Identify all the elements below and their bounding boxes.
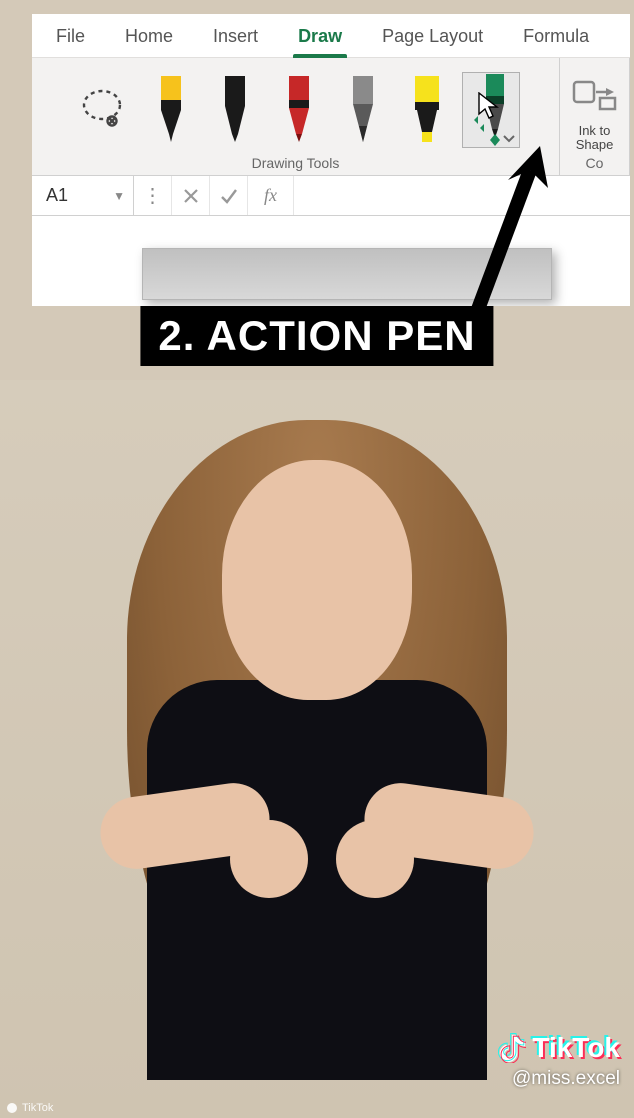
- tab-draw[interactable]: Draw: [278, 15, 362, 57]
- group-convert: Ink to Shape Co: [560, 58, 630, 175]
- ink-to-shape-label: Ink to Shape: [576, 124, 614, 151]
- chevron-down-icon: [503, 135, 515, 143]
- pencil-button[interactable]: [334, 72, 392, 148]
- close-icon: [183, 188, 199, 204]
- floating-object: [142, 248, 552, 300]
- source-watermark: TikTok: [6, 1102, 53, 1114]
- ribbon-tabs: File Home Insert Draw Page Layout Formul…: [32, 14, 630, 58]
- ribbon-body: Drawing Tools Ink to Shape Co: [32, 58, 630, 176]
- pen-black-icon: [213, 76, 257, 144]
- worksheet-area[interactable]: [32, 216, 630, 306]
- drawing-tools-row: [72, 66, 520, 153]
- pen-yellow-button[interactable]: [142, 72, 200, 148]
- action-pen-button[interactable]: [462, 72, 520, 148]
- tiktok-logo-small-icon: [6, 1102, 18, 1114]
- check-icon: [220, 188, 238, 204]
- highlighter-yellow-icon: [405, 76, 449, 144]
- pen-red-button[interactable]: [270, 72, 328, 148]
- pencil-icon: [341, 76, 385, 144]
- caption-overlay: 2. ACTION PEN: [140, 306, 493, 366]
- tab-page-layout[interactable]: Page Layout: [362, 15, 503, 57]
- pen-yellow-icon: [149, 76, 193, 144]
- drawing-tools-label: Drawing Tools: [252, 155, 340, 171]
- tiktok-logo-icon: [498, 1033, 526, 1063]
- pen-red-icon: [277, 76, 321, 144]
- enter-button[interactable]: [210, 176, 248, 215]
- tab-file[interactable]: File: [36, 15, 105, 57]
- lasso-icon: [79, 85, 129, 135]
- tiktok-handle: @miss.excel: [512, 1068, 620, 1090]
- convert-group-label: Co: [586, 155, 604, 171]
- formula-bar: A1 ▼ ⋮ fx: [32, 176, 630, 216]
- cancel-button[interactable]: [172, 176, 210, 215]
- excel-ribbon-overlay: File Home Insert Draw Page Layout Formul…: [32, 14, 630, 306]
- name-box-value: A1: [46, 185, 68, 206]
- formula-input[interactable]: [294, 176, 630, 215]
- ink-to-shape-icon: [572, 76, 618, 112]
- formula-bar-options-button[interactable]: ⋮: [134, 176, 172, 215]
- ink-to-shape-button[interactable]: [567, 66, 623, 122]
- torso-shape: [147, 680, 487, 1080]
- face-shape: [222, 460, 412, 700]
- tiktok-brand-label: TikTok: [532, 1032, 620, 1064]
- fist-left: [230, 820, 308, 898]
- fist-right: [336, 820, 414, 898]
- lasso-select-button[interactable]: [72, 72, 136, 148]
- tiktok-watermark: TikTok: [498, 1032, 620, 1064]
- video-frame-person: [0, 380, 634, 1118]
- tab-formulas[interactable]: Formula: [503, 15, 609, 57]
- tab-insert[interactable]: Insert: [193, 15, 278, 57]
- group-drawing-tools: Drawing Tools: [32, 58, 560, 175]
- tab-home[interactable]: Home: [105, 15, 193, 57]
- insert-function-button[interactable]: fx: [248, 176, 294, 215]
- pen-black-button[interactable]: [206, 72, 264, 148]
- highlighter-yellow-button[interactable]: [398, 72, 456, 148]
- chevron-down-icon: ▼: [113, 189, 125, 203]
- name-box[interactable]: A1 ▼: [32, 176, 134, 215]
